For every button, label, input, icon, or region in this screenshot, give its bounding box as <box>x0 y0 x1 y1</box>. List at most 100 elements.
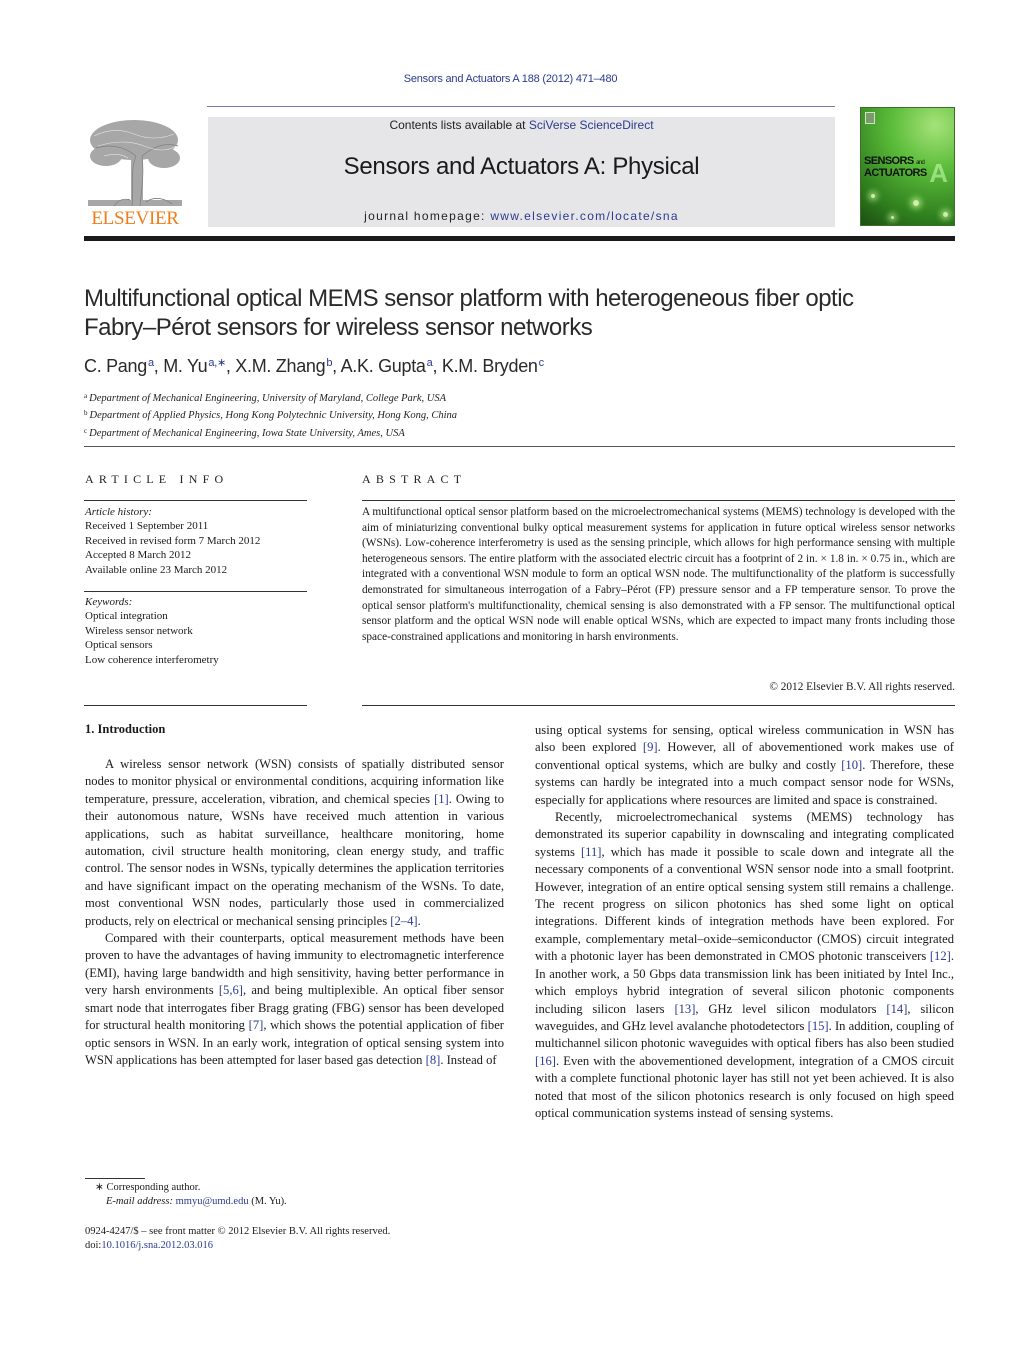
history-item: Available online 23 March 2012 <box>85 563 228 576</box>
email-label: E-mail address: <box>106 1196 173 1208</box>
body-text: . <box>417 913 421 928</box>
cover-title-line1: SENSORS and <box>864 155 925 167</box>
header-thick-rule <box>84 236 955 241</box>
keyword-item: Wireless sensor network <box>85 624 193 637</box>
corresponding-text: Corresponding author. <box>103 1182 201 1193</box>
citation-link[interactable]: [13] <box>674 1002 695 1016</box>
doi-link[interactable]: 10.1016/j.sna.2012.03.016 <box>101 1240 213 1251</box>
author-separator: , <box>153 356 164 376</box>
abstract-text: A multifunctional optical sensor platfor… <box>362 506 955 643</box>
front-matter: 0924-4247/$ – see front matter © 2012 El… <box>85 1225 390 1254</box>
affiliation-text: Department of Applied Physics, Hong Kong… <box>89 410 458 422</box>
email-suffix: (M. Yu). <box>248 1196 287 1208</box>
affiliation-text: Department of Mechanical Engineering, Un… <box>89 393 447 404</box>
contents-prefix: Contents lists available at <box>389 118 529 132</box>
history-label: Article history: <box>85 506 152 518</box>
keywords-rule <box>84 591 307 592</box>
article-history: Article history: Received 1 September 20… <box>85 505 260 577</box>
article-info-rule <box>84 500 307 501</box>
affiliation-mark: b <box>84 409 88 418</box>
elsevier-wordmark: ELSEVIER <box>91 208 179 229</box>
history-item: Accepted 8 March 2012 <box>85 549 191 562</box>
body-text: , which has made it possible to scale do… <box>535 844 954 964</box>
article-title: Multifunctional optical MEMS sensor plat… <box>84 284 964 342</box>
keyword-item: Low coherence interferometry <box>85 653 219 666</box>
abstract-heading: ABSTRACT <box>362 472 467 486</box>
cover-publisher-icon <box>865 112 875 124</box>
doi-line: doi:10.1016/j.sna.2012.03.016 <box>85 1239 390 1253</box>
body-text: . Owing to their autonomous nature, WSNs… <box>85 791 504 928</box>
citation-link[interactable]: [14] <box>886 1002 907 1016</box>
journal-masthead: Contents lists available at SciVerse Sci… <box>208 117 835 227</box>
article-title-line: Multifunctional optical MEMS sensor plat… <box>84 285 854 312</box>
citation-link[interactable]: [16] <box>535 1054 556 1068</box>
history-item: Received 1 September 2011 <box>85 520 209 533</box>
journal-title: Sensors and Actuators A: Physical <box>343 153 700 180</box>
footnotes: ∗ Corresponding author. E-mail address: … <box>85 1181 287 1210</box>
author-affiliation-mark[interactable]: c <box>539 357 545 369</box>
elsevier-tree-icon <box>88 120 182 207</box>
header-rule <box>207 106 835 107</box>
author-name[interactable]: K.M. Bryden <box>442 356 538 376</box>
citation-link[interactable]: [2–4] <box>390 914 417 928</box>
keywords-label: Keywords: <box>85 596 133 608</box>
abstract-bottom-rule <box>362 705 955 706</box>
elsevier-logo[interactable]: ELSEVIER <box>84 116 186 230</box>
citation-link[interactable]: [15] <box>808 1019 829 1033</box>
author-separator: , <box>332 356 341 376</box>
citation-link[interactable]: [9] <box>643 740 658 754</box>
cover-letter: A <box>929 158 948 188</box>
homepage-link[interactable]: www.elsevier.com/locate/sna <box>490 209 679 223</box>
cover-light-dot <box>943 212 948 217</box>
keyword-item: Optical sensors <box>85 639 153 652</box>
author-affiliation-mark[interactable]: a,∗ <box>208 357 226 369</box>
body-text: . Even with the abovementioned developme… <box>535 1053 954 1120</box>
contents-availability: Contents lists available at SciVerse Sci… <box>208 118 835 132</box>
citation-link[interactable]: [11] <box>581 845 602 859</box>
affiliation-text: Department of Mechanical Engineering, Io… <box>89 427 405 439</box>
keyword-item: Optical integration <box>85 610 168 623</box>
body-paragraph: using optical systems for sensing, optic… <box>535 722 954 809</box>
author-separator: , <box>225 356 236 376</box>
author-name[interactable]: C. Pang <box>84 356 147 376</box>
corresponding-mark: ∗ <box>95 1182 104 1193</box>
author-name[interactable]: X.M. Zhang <box>235 356 325 376</box>
article-title-line: Fabry–Pérot sensors for wireless sensor … <box>84 314 593 341</box>
author-name[interactable]: A.K. Gupta <box>341 356 426 376</box>
affiliation-item: b Department of Applied Physics, Hong Kon… <box>84 406 457 423</box>
abstract-rule <box>362 500 955 501</box>
doi-prefix: doi: <box>85 1240 102 1252</box>
cover-light-dot <box>913 200 919 206</box>
citation-link[interactable]: [5,6] <box>219 983 243 997</box>
journal-citation[interactable]: Sensors and Actuators A 188 (2012) 471–4… <box>0 73 1021 85</box>
citation-link[interactable]: [1] <box>434 792 449 806</box>
abstract-copyright: © 2012 Elsevier B.V. All rights reserved… <box>769 681 955 693</box>
email-link[interactable]: mmyu@umd.edu <box>176 1196 249 1207</box>
citation-link[interactable]: [12] <box>930 949 951 963</box>
homepage-prefix: journal homepage: <box>364 209 491 223</box>
body-column-left: A wireless sensor network (WSN) consists… <box>85 756 504 1069</box>
affiliation-mark: a <box>84 392 88 400</box>
citation-link[interactable]: [10] <box>841 758 862 772</box>
body-paragraph: Recently, microelectromechanical systems… <box>535 809 954 1122</box>
body-text: . Instead of <box>440 1052 497 1067</box>
journal-cover-thumbnail[interactable]: SENSORS and ACTUATORS A <box>860 107 955 226</box>
history-item: Received in revised form 7 March 2012 <box>85 534 261 547</box>
cover-light-dot <box>891 216 894 219</box>
affiliation-mark: c <box>84 426 88 435</box>
author-separator: , <box>432 356 442 376</box>
cover-light-dot <box>871 194 875 198</box>
article-info-heading: ARTICLE INFO <box>85 472 229 486</box>
body-paragraph: A wireless sensor network (WSN) consists… <box>85 756 504 930</box>
affiliation-list: a Department of Mechanical Engineering, U… <box>84 389 457 441</box>
body-paragraph: Compared with their counterparts, optica… <box>85 930 504 1069</box>
section-heading-introduction: 1. Introduction <box>85 722 166 736</box>
front-matter-text: 0924-4247/$ – see front matter © 2012 El… <box>85 1226 391 1237</box>
footnote-rule <box>85 1178 145 1179</box>
citation-link[interactable]: [8] <box>426 1053 441 1067</box>
sciencedirect-link[interactable]: SciVerse ScienceDirect <box>529 118 654 132</box>
corresponding-author-note: ∗ Corresponding author. <box>85 1181 287 1195</box>
author-name[interactable]: M. Yu <box>163 356 208 376</box>
affiliation-item: a Department of Mechanical Engineering, U… <box>84 389 457 406</box>
citation-link[interactable]: [7] <box>249 1018 264 1032</box>
